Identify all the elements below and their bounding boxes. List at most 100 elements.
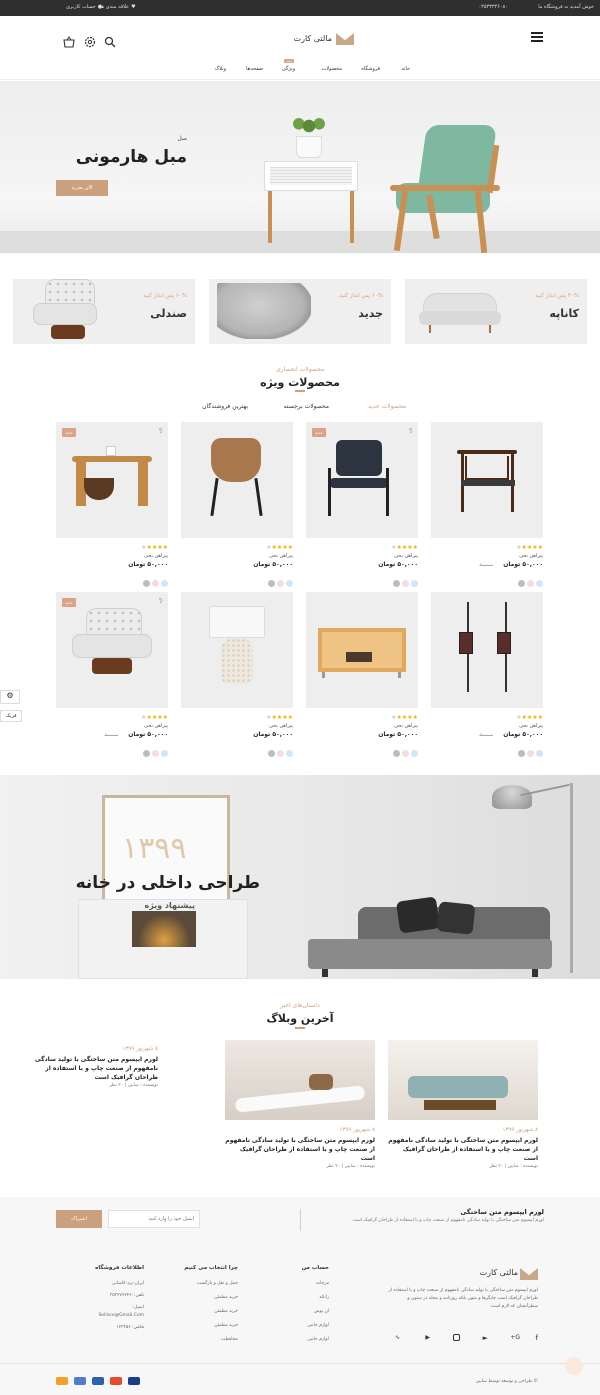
footer-link[interactable]: لوازم جانبی: [307, 1337, 329, 1342]
hero-subtitle: مبل: [177, 135, 187, 142]
hero-shop-button[interactable]: الان بخرید: [56, 180, 108, 196]
blog-post-title[interactable]: لورم ایپسوم متن ساختگی با تولید سادگی نا…: [225, 1136, 375, 1163]
product-card[interactable]: ★★★★★ پیراهن نخی ۵۰,۰۰۰ تومان: [181, 422, 293, 587]
category-box-new[interactable]: ۶۰% پس انداز کنید جدید: [209, 279, 391, 344]
youtube-icon[interactable]: ▶: [425, 1334, 430, 1341]
swatch-gray[interactable]: [518, 750, 525, 757]
swatch-pink[interactable]: [402, 580, 409, 587]
product-card[interactable]: ★★★★★ پیراهن نخی ۵۰,۰۰۰ تومان ۶۰,۰۰۰: [431, 592, 543, 757]
newsletter-email-input[interactable]: [108, 1210, 200, 1228]
product-name[interactable]: پیراهن نخی: [519, 553, 543, 559]
instagram-icon[interactable]: [453, 1334, 460, 1341]
product-name[interactable]: پیراهن نخی: [269, 723, 293, 729]
footer-link[interactable]: محافظت: [221, 1337, 238, 1342]
product-name[interactable]: پیراهن نخی: [519, 723, 543, 729]
rss-icon[interactable]: ∿: [395, 1334, 400, 1341]
footer-link[interactable]: رانکه: [319, 1295, 329, 1300]
product-name[interactable]: پیراهن نخی: [144, 553, 168, 559]
google-plus-icon[interactable]: G+: [510, 1334, 520, 1341]
menu-icon[interactable]: [531, 32, 543, 42]
blog-date: ۸ شهریور ۱۳۹۹: [502, 1127, 539, 1133]
swatch-blue[interactable]: [411, 750, 418, 757]
nav-blog[interactable]: وبلاگ: [215, 66, 226, 72]
nav-home[interactable]: خانه: [401, 66, 410, 72]
swatch-pink[interactable]: [277, 580, 284, 587]
swatch-pink[interactable]: [527, 580, 534, 587]
category-box-sofa[interactable]: ۳۰% پس انداز کنید کاناپه: [405, 279, 587, 344]
product-image[interactable]: [181, 422, 293, 538]
footer-link[interactable]: خرید مطمئن: [214, 1323, 238, 1328]
product-card[interactable]: ★★★★★ پیراهن نخی ۵۰,۰۰۰ تومان: [306, 592, 418, 757]
new-badge: جدید: [312, 428, 326, 437]
swatch-pink[interactable]: [152, 750, 159, 757]
footer-logo[interactable]: مالتی کارت: [458, 1267, 538, 1281]
swatch-blue[interactable]: [161, 750, 168, 757]
nav-pages[interactable]: صفحه‌ها: [246, 66, 263, 72]
store-email[interactable]: Selinco@Gmail.Com: [98, 1313, 144, 1318]
blog-post-image[interactable]: [225, 1040, 375, 1120]
product-image[interactable]: [431, 592, 543, 708]
product-name[interactable]: پیراهن نخی: [144, 723, 168, 729]
product-image[interactable]: جدید داغ: [56, 592, 168, 708]
swatch-pink[interactable]: [152, 580, 159, 587]
swatch-gray[interactable]: [143, 750, 150, 757]
blog-post-title[interactable]: لورم ایپسوم متن ساختگی با تولید سادگی نا…: [32, 1055, 158, 1082]
footer-link[interactable]: مرجانه: [316, 1281, 329, 1286]
product-name[interactable]: پیراهن نخی: [394, 553, 418, 559]
tab-best-sellers[interactable]: بهترین فروشندگان: [202, 403, 248, 410]
tab-new-products[interactable]: محصولات جدید: [368, 403, 406, 410]
gear-icon[interactable]: ⚙: [0, 690, 20, 704]
product-image[interactable]: جدید داغ: [306, 422, 418, 538]
swatch-blue[interactable]: [286, 750, 293, 757]
swatch-gray[interactable]: [268, 750, 275, 757]
product-card[interactable]: جدید داغ ★★★★★ پیراهن نخی ۵۰,۰۰۰ تومان: [56, 422, 168, 587]
basket-icon[interactable]: [63, 33, 75, 48]
swatch-blue[interactable]: [286, 580, 293, 587]
product-image[interactable]: [306, 592, 418, 708]
product-card[interactable]: ★★★★★ پیراهن نخی ۵۰,۰۰۰ تومان ۶۰,۰۰۰: [431, 422, 543, 587]
swatch-blue[interactable]: [536, 580, 543, 587]
tab-featured-products[interactable]: محصولات برجسته: [284, 403, 329, 410]
search-icon[interactable]: [104, 33, 116, 48]
swatch-pink[interactable]: [527, 750, 534, 757]
product-name[interactable]: پیراهن نخی: [394, 723, 418, 729]
account-link[interactable]: ●حساب کاربری: [66, 4, 102, 10]
swatch-gray[interactable]: [143, 580, 150, 587]
footer-link[interactable]: خرید مطمئن: [214, 1295, 238, 1300]
swatch-blue[interactable]: [411, 580, 418, 587]
swatch-gray[interactable]: [393, 580, 400, 587]
footer-link[interactable]: خرید مطمئن: [214, 1309, 238, 1314]
category-box-chair[interactable]: ۶۰% پس انداز کنید صندلی: [13, 279, 195, 344]
product-image[interactable]: [181, 592, 293, 708]
side-widget-label[interactable]: فریک: [0, 710, 22, 722]
product-card[interactable]: جدید داغ ★★★★★ پیراهن نخی ۵۰,۰۰۰ تومان: [306, 422, 418, 587]
swatch-gray[interactable]: [268, 580, 275, 587]
product-card[interactable]: جدید داغ ★★★★★ پیراهن نخی ۵۰,۰۰۰ تومان ۶۰,۰۰۰: [56, 592, 168, 757]
nav-products[interactable]: محصولات: [322, 66, 342, 72]
product-image[interactable]: [431, 422, 543, 538]
logo[interactable]: مالتی کارت: [276, 31, 356, 47]
swatch-blue[interactable]: [536, 750, 543, 757]
footer-link[interactable]: لوازم جانبی: [307, 1323, 329, 1328]
swatch-pink[interactable]: [277, 750, 284, 757]
nav-features[interactable]: ویژگی: [282, 66, 295, 72]
gear-icon[interactable]: [84, 33, 96, 48]
product-name[interactable]: پیراهن نخی: [269, 553, 293, 559]
swatch-gray[interactable]: [393, 750, 400, 757]
blog-post-title[interactable]: لورم ایپسوم متن ساختگی با تولید سادگی نا…: [388, 1136, 538, 1163]
product-image[interactable]: جدید داغ: [56, 422, 168, 538]
subscribe-button[interactable]: اشتراک: [56, 1210, 102, 1228]
blog-kicker: داستان‌های اخیر: [280, 1002, 320, 1009]
scroll-top-button[interactable]: [565, 1357, 583, 1375]
swatch-blue[interactable]: [161, 580, 168, 587]
footer-link[interactable]: ان پوش: [314, 1309, 329, 1314]
swatch-gray[interactable]: [518, 580, 525, 587]
facebook-icon[interactable]: f: [536, 1334, 538, 1342]
product-card[interactable]: ★★★★★ پیراهن نخی ۵۰,۰۰۰ تومان: [181, 592, 293, 757]
blog-post-image[interactable]: [388, 1040, 538, 1120]
wishlist-link[interactable]: ♥علاقه مندی ها: [100, 4, 136, 10]
swatch-pink[interactable]: [402, 750, 409, 757]
twitter-icon[interactable]: ►: [483, 1334, 488, 1342]
footer-link[interactable]: حمل و نقل و بازگشت: [197, 1281, 238, 1286]
nav-shop[interactable]: فروشگاه: [361, 66, 380, 72]
